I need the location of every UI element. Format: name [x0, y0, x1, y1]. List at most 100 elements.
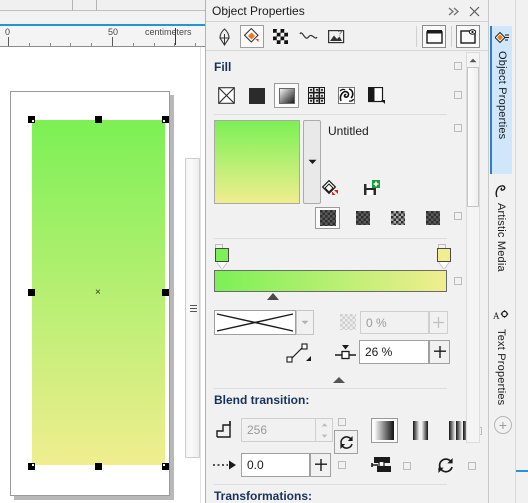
- rail-tab-artistic-media[interactable]: Artistic Media: [490, 178, 512, 300]
- checkerboard-icon[interactable]: [268, 25, 292, 48]
- blend-acceleration-field[interactable]: 0.0: [241, 453, 310, 477]
- smooth-transition-toggle[interactable]: [468, 462, 476, 470]
- gradient-square-icon[interactable]: [274, 83, 299, 108]
- fill-types-overflow-toggle[interactable]: [454, 91, 462, 99]
- gradient-node-end-arrow[interactable]: [439, 262, 449, 269]
- gradient-preset-combo-arrow[interactable]: [296, 310, 314, 335]
- svg-text:A: A: [493, 311, 500, 321]
- smooth-transition-icon[interactable]: [433, 454, 457, 476]
- selection-handle-tm[interactable]: [95, 116, 102, 123]
- docker-toolbar: ?: [206, 22, 488, 51]
- node-position-lock-button[interactable]: [429, 340, 450, 364]
- gradient-default-icon[interactable]: [371, 418, 398, 443]
- blend-steps-spinner[interactable]: [316, 418, 333, 442]
- gradient-node-end[interactable]: [437, 248, 451, 262]
- fill-section-toggle[interactable]: [454, 62, 462, 70]
- canvas-vertical-scrollbar[interactable]: [185, 158, 200, 458]
- outline-eye-rect-icon[interactable]: [456, 25, 480, 48]
- fill-bucket-icon[interactable]: [240, 25, 264, 48]
- gradient-midpoint-marker[interactable]: [267, 293, 279, 300]
- solid-square-icon[interactable]: [244, 83, 269, 108]
- gradient-preset-combo[interactable]: [214, 310, 296, 335]
- ruler-cursor-marker: [175, 28, 176, 45]
- transparency-mode-2[interactable]: [350, 207, 375, 229]
- blend-steps-field[interactable]: 256: [241, 418, 316, 442]
- curve-icon[interactable]: [296, 25, 320, 48]
- rail-tab-object-properties-label: Object Properties: [496, 51, 508, 140]
- fill-name-label: Untitled: [328, 124, 369, 138]
- rail-accent-line: [516, 470, 528, 472]
- gradient-ramp-strip[interactable]: [214, 270, 447, 292]
- gradient-node-start[interactable]: [215, 248, 229, 262]
- close-icon[interactable]: [467, 4, 482, 19]
- section-collapse-arrow[interactable]: [333, 377, 345, 383]
- node-handle-bl[interactable]: [31, 463, 35, 467]
- fill-preview-dropdown[interactable]: [303, 120, 321, 204]
- two-color-icon[interactable]: [364, 83, 389, 108]
- page-viewport[interactable]: ×: [0, 47, 178, 503]
- bitmap-icon[interactable]: ?: [324, 25, 348, 48]
- transparency-mode-4[interactable]: [420, 207, 445, 229]
- fill-preview-swatch[interactable]: [214, 120, 300, 204]
- pen-nib-icon[interactable]: [212, 25, 236, 48]
- transparency-mode-3[interactable]: [385, 207, 410, 229]
- rail-edge-divider: [515, 0, 516, 503]
- steps-icon: [214, 419, 238, 441]
- transparency-modes-toggle[interactable]: [454, 212, 462, 220]
- checker-small-icon: [339, 313, 357, 331]
- text-properties-icon: A: [493, 310, 509, 325]
- free-scale-toggle[interactable]: [403, 462, 411, 470]
- node-handle-tr[interactable]: [162, 119, 166, 123]
- node-position-icon: [334, 342, 358, 364]
- rail-tab-artistic-media-label: Artistic Media: [495, 203, 507, 272]
- collapse-icon[interactable]: [447, 4, 462, 19]
- node-handle-br[interactable]: [162, 463, 166, 467]
- object-properties-docker: Object Properties ? Fill Untitled 0 % 26…: [205, 0, 489, 503]
- node-transparency-lock-button[interactable]: [429, 311, 448, 334]
- blend-steps-toggle[interactable]: [338, 418, 346, 426]
- blend-acceleration-toggle[interactable]: [338, 461, 346, 469]
- gradient-angle-icon[interactable]: [284, 341, 314, 365]
- node-transparency-field[interactable]: 0 %: [360, 311, 429, 334]
- canvas-top-gap: [0, 11, 205, 24]
- free-scale-skew-icon[interactable]: [370, 454, 396, 476]
- save-new-fill-icon[interactable]: [361, 178, 383, 200]
- fill-name-toggle[interactable]: [454, 124, 462, 132]
- selection-handle-mr[interactable]: [162, 289, 169, 296]
- page-sheet[interactable]: ×: [10, 91, 170, 496]
- artistic-media-icon: [494, 184, 509, 199]
- gradient-node-start-arrow[interactable]: [217, 262, 227, 269]
- svg-text:?: ?: [338, 31, 342, 38]
- selection-handle-bm[interactable]: [95, 463, 102, 470]
- docker-vertical-scrollbar[interactable]: [466, 52, 480, 443]
- gradient-reflect-icon[interactable]: [408, 418, 435, 443]
- reverse-fill-icon[interactable]: [334, 430, 358, 454]
- docker-scroll-thumb[interactable]: [467, 67, 479, 207]
- grid-pattern-icon[interactable]: [304, 83, 329, 108]
- gradient-strip-toggle[interactable]: [454, 277, 462, 285]
- docker-title-text: Object Properties: [212, 3, 305, 18]
- swirl-pattern-icon[interactable]: [334, 83, 359, 108]
- rail-tab-object-properties[interactable]: Object Properties: [490, 26, 512, 174]
- acceleration-arrow-icon: [212, 454, 238, 476]
- blend-section-label: Blend transition:: [214, 393, 310, 407]
- selection-handle-ml[interactable]: [28, 289, 35, 296]
- object-properties-icon: [494, 32, 510, 47]
- transparency-mode-normal[interactable]: [315, 207, 340, 229]
- rail-tab-text-properties[interactable]: A Text Properties: [490, 304, 512, 416]
- filled-rect-icon[interactable]: [422, 25, 446, 48]
- blend-acceleration-lock-button[interactable]: [310, 453, 331, 477]
- no-fill-x-icon[interactable]: [214, 83, 239, 108]
- scroll-up-arrow-icon[interactable]: [467, 53, 479, 67]
- ruler-unit-label: centimeters: [145, 27, 192, 37]
- horizontal-ruler[interactable]: 0 50 centimeters: [0, 26, 205, 47]
- drawing-canvas-area[interactable]: 0 50 centimeters ×: [0, 0, 205, 503]
- add-docker-button[interactable]: +: [494, 416, 512, 434]
- fill-divider: [214, 114, 447, 115]
- transparency-divider: [214, 238, 447, 239]
- edit-fill-icon[interactable]: [321, 178, 343, 200]
- node-position-field[interactable]: 26 %: [359, 340, 429, 364]
- rail-tab-text-properties-label: Text Properties: [495, 329, 507, 406]
- node-handle-tl[interactable]: [31, 119, 35, 123]
- fill-section-label: Fill: [214, 60, 232, 74]
